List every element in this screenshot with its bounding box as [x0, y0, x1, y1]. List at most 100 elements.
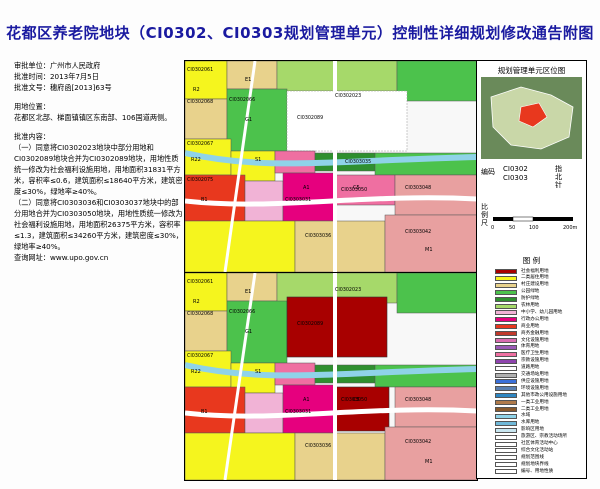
- legend-swatch: [495, 289, 517, 295]
- legend-swatch: [495, 462, 517, 468]
- legend-label: 水库用地: [521, 420, 540, 426]
- landuse-tag: A1: [303, 397, 310, 403]
- parcel-code-label: CI0303048: [405, 185, 431, 191]
- content-heading: 批准内容：: [14, 132, 50, 141]
- legend-label: 医疗卫生用地: [521, 351, 549, 357]
- north-label: 指北针: [555, 165, 562, 189]
- landuse-tag: C5: [353, 397, 360, 403]
- landuse-tag: S1: [255, 157, 261, 163]
- landuse-tag: G1: [245, 329, 252, 335]
- parcel-code-label: CI0302068: [187, 311, 213, 317]
- parcel-code-label: CI0303048: [405, 397, 431, 403]
- approval-date-text: 批准时间：2013年7月5日: [14, 72, 99, 81]
- legend-swatch: [495, 351, 517, 357]
- legend-swatch: [495, 358, 517, 364]
- legend-swatch: [495, 407, 517, 412]
- legend-swatch: [495, 296, 517, 302]
- legend-swatch: [495, 400, 517, 406]
- scale-bar: 0 50 100 200m: [491, 216, 578, 231]
- landuse-tag: R22: [191, 369, 201, 375]
- page: 花都区养老院地块（CI0302、CI0303规划管理单元）控制性详细规划修改通告…: [0, 0, 600, 489]
- legend-label: 道路用地: [521, 365, 540, 371]
- legend-swatch: [495, 420, 517, 426]
- legend-label: 综合文化活动站: [521, 447, 554, 453]
- approval-item-2: （二）同意将CI0303036和CI0303037地块中的部分用地合并为CI03…: [14, 198, 183, 251]
- legend-label: 中小学、幼儿园用地: [521, 309, 563, 315]
- landuse-tag: R2: [193, 299, 200, 305]
- parcel-code-label: CI0302067: [187, 141, 213, 147]
- legend-swatch: [495, 448, 517, 454]
- legend-swatch: [495, 275, 517, 281]
- legend-label: 商业用地: [521, 323, 540, 329]
- parcel-code-label: CI0302023: [335, 93, 361, 99]
- legend-label: 社区体育活动中心: [521, 441, 558, 446]
- legend-swatch: [495, 386, 517, 392]
- legend-label: 防护绿地: [521, 296, 540, 302]
- parcel-code-label: CI0303035: [345, 159, 371, 165]
- legend-swatch: [495, 441, 517, 447]
- legend-label: 交通场站用地: [521, 372, 549, 377]
- legend-label: 旅游区、宗教活动场所: [521, 434, 567, 440]
- scale-tick-1: 50: [509, 225, 515, 231]
- code-label: 编码: [481, 168, 495, 176]
- legend-label: 环境设施用地: [521, 385, 549, 391]
- legend-swatch: [495, 393, 517, 399]
- legend-label: 规划地块界线: [521, 461, 549, 467]
- parcel-code-label: CI0303031: [285, 197, 311, 203]
- parcel-code-label: CI0303036: [305, 443, 331, 449]
- location-text: 花都区北部、梯面镇镇区东南部、106国道两侧。: [14, 113, 172, 122]
- legend-swatch: [495, 338, 517, 343]
- parcel-code-label: CI0302089: [297, 115, 323, 121]
- unit-code-2: CI0303: [503, 174, 528, 182]
- unit-codes: CI0302 CI0303: [503, 165, 528, 183]
- approver-text: 审批单位：广州市人民政府: [14, 61, 101, 70]
- legend-label: 行政办公用地: [521, 316, 549, 322]
- legend-label: 供应设施用地: [521, 378, 549, 384]
- legend-swatch: [495, 317, 517, 323]
- legend-swatch: [495, 469, 517, 475]
- parcel-code-label: CI0302061: [187, 67, 213, 73]
- landuse-tag: B1: [201, 409, 208, 415]
- landuse-tag: B1: [201, 197, 208, 203]
- unit-code-1: CI0302: [503, 165, 528, 173]
- scale-tick-3: 200m: [563, 225, 578, 231]
- parcel-code-label: CI0303036: [305, 233, 331, 239]
- parcel-code-label: CI0302075: [187, 177, 213, 183]
- scale-tick-0: 0: [491, 225, 494, 231]
- locator-title: 规划管理单元区位图: [497, 66, 566, 75]
- legend-swatch: [495, 427, 517, 433]
- legend: 社会福利用地 二类居住用地 村庄建设用地 公园绿地 防护绿地 农林用地 中小学、幼儿园用地行…: [477, 269, 586, 479]
- landuse-tag: S1: [255, 369, 261, 375]
- map-before: CI0302061 CI0302068 CI0302066 CI0302067 CI03…: [184, 60, 478, 273]
- legend-title: 图 例: [522, 256, 541, 265]
- landuse-tag: R2: [193, 87, 200, 93]
- landuse-tag: C5: [353, 185, 360, 191]
- location-heading: 用地位置：: [14, 102, 50, 111]
- approval-item-1: （一）同意将CI0302023地块中部分用地和CI0302089地块合并为CI0…: [14, 143, 183, 196]
- parcel-code-label: CI0302089: [297, 321, 323, 327]
- side-panel: 规划管理单元区位图 编码 CI0302 CI0303 指北针 比例尺 0 50 …: [476, 60, 587, 479]
- legend-swatch: [495, 269, 517, 274]
- legend-label: 编号、用地性质: [521, 468, 554, 474]
- legend-label: 社会福利用地: [521, 268, 549, 274]
- legend-label: 二类居住用地: [521, 275, 549, 281]
- legend-label: 宗教设施用地: [521, 358, 549, 364]
- legend-swatch: [495, 413, 517, 419]
- parcel-code-label: CI0302023: [335, 287, 361, 293]
- legend-swatch: [495, 331, 517, 337]
- legend-swatch: [495, 303, 517, 309]
- legend-label: 公园绿地: [521, 289, 540, 295]
- landuse-tag: A1: [303, 185, 310, 191]
- legend-label: 水域: [521, 413, 531, 419]
- legend-swatch: [495, 372, 517, 378]
- map-after-svg: CI0302061 CI0302068 CI0302066 CI0302067 CI03…: [185, 273, 477, 480]
- parcel-code-label: CI0302066: [229, 97, 255, 103]
- legend-swatch: [495, 434, 517, 440]
- legend-label: 商务金融用地: [521, 330, 549, 336]
- parcel-code-label: CI0303031: [285, 409, 311, 415]
- legend-label: 规划范围线: [521, 454, 544, 460]
- legend-label: 其他市政公用设施用地: [521, 392, 567, 398]
- parcel-code-label: CI0302068: [187, 99, 213, 105]
- legend-label: 农林用地: [521, 303, 540, 308]
- locator-map: [481, 77, 582, 159]
